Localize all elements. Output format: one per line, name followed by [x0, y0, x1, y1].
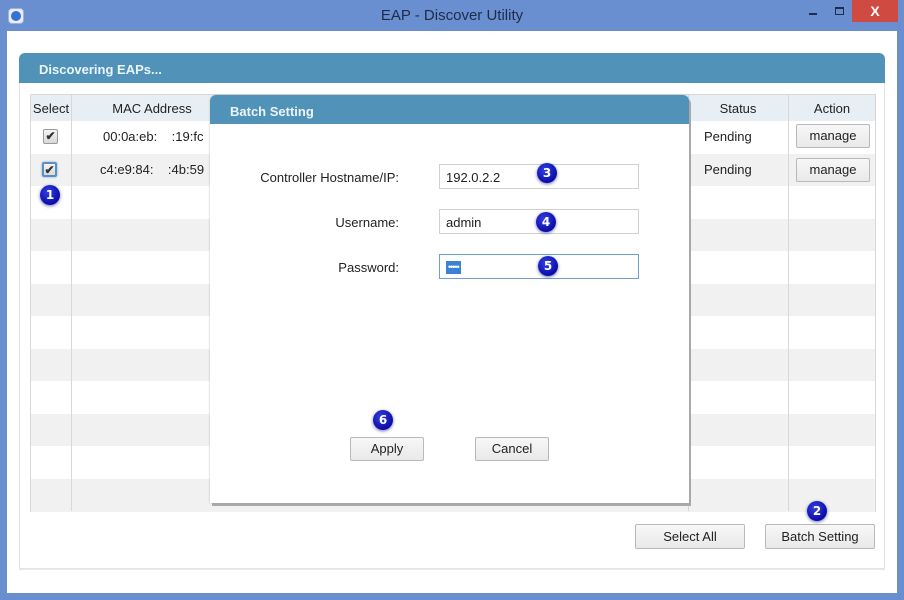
column-header-status: Status	[719, 101, 757, 116]
dialog-title: Batch Setting	[210, 95, 689, 124]
step-badge-2: 2	[807, 501, 827, 521]
manage-button[interactable]: manage	[796, 157, 870, 182]
panel-title: Discovering EAPs...	[19, 53, 885, 83]
row-checkbox[interactable]: ✔	[42, 161, 57, 177]
step-badge-1: 1	[40, 185, 60, 205]
column-divider	[788, 95, 789, 511]
close-button[interactable]: X	[852, 0, 898, 22]
column-divider	[71, 95, 72, 511]
apply-button[interactable]: Apply	[350, 437, 424, 461]
step-badge-6: 6	[373, 410, 393, 430]
step-badge-5: 5	[538, 256, 558, 276]
password-label: Password:	[338, 260, 399, 275]
status-text: Pending	[704, 129, 752, 144]
status-text: Pending	[704, 161, 752, 177]
batch-setting-button[interactable]: Batch Setting	[765, 524, 875, 549]
mac-address: c4:e9:84: :4b:59	[100, 161, 205, 177]
batch-setting-dialog: Batch Setting Controller Hostname/IP: 19…	[210, 95, 689, 503]
app-window: EAP - Discover Utility X Discovering EAP…	[0, 0, 904, 600]
minimize-button[interactable]	[800, 0, 826, 22]
footer-divider	[19, 569, 885, 570]
column-header-mac: MAC Address	[112, 101, 192, 116]
mac-address: 00:0a:eb: :19:fc	[103, 129, 204, 144]
row-checkbox[interactable]: ✔	[43, 129, 58, 144]
column-header-select: Select	[32, 101, 70, 116]
host-label: Controller Hostname/IP:	[260, 170, 399, 185]
client-area: Discovering EAPs... Select MAC Address S…	[7, 31, 897, 593]
select-all-button[interactable]: Select All	[635, 524, 745, 549]
step-badge-3: 3	[537, 163, 557, 183]
close-icon: X	[870, 3, 880, 19]
title-bar[interactable]: EAP - Discover Utility X	[0, 0, 904, 32]
window-title: EAP - Discover Utility	[380, 7, 524, 24]
minimize-icon	[809, 13, 817, 15]
step-badge-4: 4	[536, 212, 556, 232]
manage-button[interactable]: manage	[796, 124, 870, 148]
maximize-button[interactable]	[826, 0, 852, 22]
maximize-icon	[834, 7, 844, 15]
cancel-button[interactable]: Cancel	[475, 437, 549, 461]
column-header-action: Action	[813, 101, 851, 116]
password-value: •••••	[446, 261, 461, 275]
username-label: Username:	[335, 215, 399, 230]
